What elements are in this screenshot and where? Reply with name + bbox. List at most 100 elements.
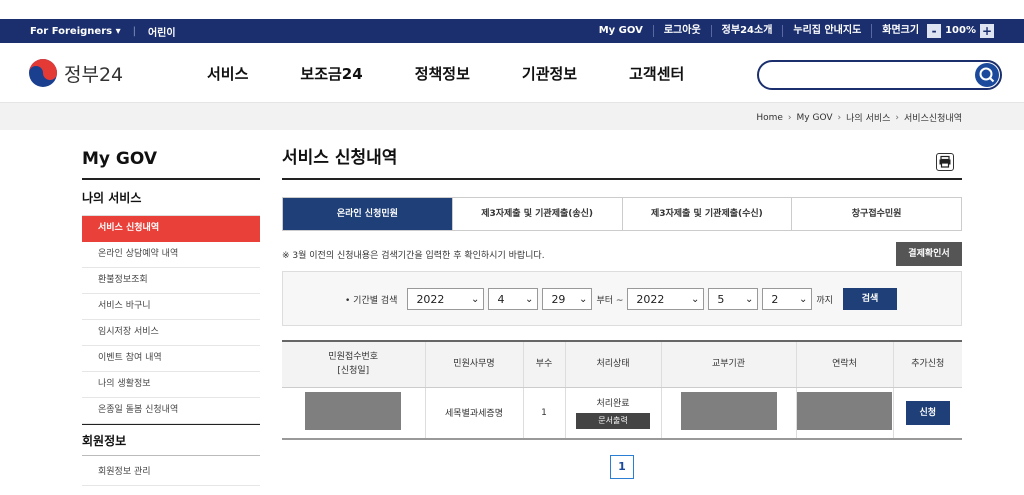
sidebar-group-my-service[interactable]: 나의 서비스 — [82, 180, 260, 216]
breadcrumb-home[interactable]: Home — [756, 113, 783, 123]
cell-additional-apply: 신청 — [892, 387, 962, 440]
to-year-select[interactable]: 2022 ⌄ — [627, 288, 705, 310]
chevron-down-icon: ⌄ — [691, 293, 700, 305]
tab-third-party-send[interactable]: 제3자제출 및 기관제출(송신) — [451, 198, 622, 230]
logo-text: 정부24 — [64, 63, 124, 86]
from-month-value: 4 — [497, 292, 505, 306]
sidebar-group-member[interactable]: 회원정보 — [82, 424, 260, 456]
from-suffix: 부터 ~ — [596, 295, 624, 306]
breadcrumb-current: 서비스신청내역 — [904, 114, 962, 124]
from-day-select[interactable]: 29 ⌄ — [542, 288, 593, 310]
breadcrumb-my-service[interactable]: 나의 서비스 — [846, 111, 890, 124]
nav-policy[interactable]: 정책정보 — [415, 63, 470, 84]
zoom-box: - 100% + — [927, 24, 994, 38]
for-foreigners-link[interactable]: For Foreigners ▾ — [30, 26, 121, 37]
site-logo[interactable]: 정부24 — [28, 58, 123, 88]
chevron-down-icon: ⌄ — [745, 293, 754, 305]
col-issuing-agency: 교부기관 — [660, 340, 796, 388]
sitemap-link[interactable]: 누리집 안내지도 — [782, 25, 871, 37]
search-box — [757, 60, 1002, 90]
sidebar: My GOV 나의 서비스 서비스 신청내역 온라인 상담예약 내역 환불정보조… — [82, 140, 260, 486]
chevron-down-icon: ⌄ — [525, 293, 534, 305]
filter-label: • 기간별 검색 — [345, 295, 398, 306]
chevron-right-icon: › — [787, 112, 792, 123]
sidebar-item-care[interactable]: 온종일 돌봄 신청내역 — [82, 398, 260, 424]
nav-service[interactable]: 서비스 — [207, 63, 248, 84]
search-input[interactable] — [771, 66, 971, 84]
col-receipt-no-label: 민원접수번호 — [328, 352, 379, 363]
tab-online[interactable]: 온라인 신청민원 — [283, 198, 452, 230]
tab-third-party-receive[interactable]: 제3자제출 및 기관제출(수신) — [621, 198, 792, 230]
printer-icon — [939, 155, 951, 168]
utility-bar: For Foreigners ▾ | 어린이 My GOV 로그아웃 정부24소… — [0, 19, 1024, 43]
sidebar-item-life-info[interactable]: 나의 생활정보 — [82, 372, 260, 398]
zoom-in-button[interactable]: + — [980, 24, 994, 38]
col-status: 처리상태 — [564, 340, 661, 388]
redacted-block — [797, 392, 892, 431]
sidebar-item-refund[interactable]: 환불정보조회 — [82, 268, 260, 294]
cell-receipt-no — [282, 387, 425, 440]
logout-link[interactable]: 로그아웃 — [652, 25, 711, 37]
to-year-value: 2022 — [636, 292, 665, 306]
page-title: 서비스 신청내역 — [282, 140, 962, 180]
payment-receipt-button[interactable]: 결제확인서 — [896, 242, 962, 266]
chevron-right-icon: › — [895, 112, 900, 123]
to-month-value: 5 — [717, 292, 725, 306]
from-year-select[interactable]: 2022 ⌄ — [407, 288, 485, 310]
to-day-select[interactable]: 2 ⌄ — [762, 288, 813, 310]
site-header: 정부24 서비스 보조금24 정책정보 기관정보 고객센터 — [0, 43, 1024, 103]
chevron-down-icon: ⌄ — [471, 293, 480, 305]
dropdown-arrow-icon: ▾ — [115, 25, 121, 37]
col-contact: 연락처 — [795, 340, 893, 388]
to-suffix: 까지 — [816, 295, 833, 306]
taegeuk-logo-icon — [29, 59, 57, 87]
nav-support[interactable]: 고객센터 — [629, 63, 684, 84]
filter-row: • 기간별 검색 2022 ⌄ 4 ⌄ 29 ⌄ 부터 ~ 2022 ⌄ 5 ⌄ 2 ⌄ 까… — [345, 288, 897, 310]
cell-issuing-agency — [660, 387, 796, 440]
notice-text: ※ 3월 이전의 신청내용은 검색기간을 입력한 후 확인하시기 바랍니다. — [282, 251, 545, 261]
from-month-select[interactable]: 4 ⌄ — [488, 288, 539, 310]
to-day-value: 2 — [771, 292, 779, 306]
col-additional-apply: 추가신청 — [892, 340, 962, 388]
kids-link[interactable]: 어린이 — [148, 24, 176, 39]
from-year-value: 2022 — [416, 292, 445, 306]
sidebar-item-service-history[interactable]: 서비스 신청내역 — [82, 216, 260, 242]
nav-agency[interactable]: 기관정보 — [522, 63, 577, 84]
print-button[interactable] — [936, 153, 954, 171]
table-header-row: 민원접수번호 [신청일] 민원사무명 부수 처리상태 교부기관 연락처 추가신청 — [282, 340, 962, 388]
tab-bar: 온라인 신청민원 제3자제출 및 기관제출(송신) 제3자제출 및 기관제출(수… — [282, 197, 962, 231]
tab-counter[interactable]: 창구접수민원 — [791, 198, 961, 230]
zoom-out-button[interactable]: - — [927, 24, 942, 38]
sidebar-item-basket[interactable]: 서비스 바구니 — [82, 294, 260, 320]
for-foreigners-label: For Foreigners — [30, 25, 113, 37]
redacted-block — [305, 392, 402, 431]
sidebar-item-events[interactable]: 이벤트 참여 내역 — [82, 346, 260, 372]
page-number-1[interactable]: 1 — [610, 455, 634, 479]
breadcrumb-band: Home › My GOV › 나의 서비스 › 서비스신청내역 — [0, 103, 1024, 130]
zoom-control: 화면크기 - 100% + — [871, 24, 1004, 38]
col-receipt-no: 민원접수번호 [신청일] — [282, 340, 425, 388]
sidebar-item-member-manage[interactable]: 회원정보 관리 — [82, 460, 260, 486]
search-submit-button[interactable]: 검색 — [842, 288, 897, 310]
chevron-right-icon: › — [837, 112, 842, 123]
about-link[interactable]: 정부24소개 — [710, 25, 783, 37]
sidebar-item-temp-saved[interactable]: 임시저장 서비스 — [82, 320, 260, 346]
print-document-button[interactable]: 문서출력 — [576, 413, 650, 430]
col-service-name: 민원사무명 — [424, 340, 523, 388]
apply-button[interactable]: 신청 — [905, 400, 950, 425]
breadcrumb-mygov[interactable]: My GOV — [797, 113, 833, 123]
col-apply-date-label: [신청일] — [337, 366, 370, 377]
sidebar-item-consult-booking[interactable]: 온라인 상담예약 내역 — [82, 242, 260, 268]
col-copies: 부수 — [522, 340, 565, 388]
mygov-link[interactable]: My GOV — [589, 25, 653, 37]
cell-contact — [795, 387, 893, 440]
table-row: 세목별과세증명 1 처리완료 문서출력 신청 — [282, 387, 962, 440]
cell-service-name: 세목별과세증명 — [424, 387, 523, 440]
to-month-select[interactable]: 5 ⌄ — [708, 288, 759, 310]
cell-status: 처리완료 문서출력 — [564, 387, 661, 440]
nav-subsidy[interactable]: 보조금24 — [300, 63, 362, 84]
search-button[interactable] — [975, 63, 999, 87]
sidebar-title: My GOV — [82, 140, 260, 180]
chevron-down-icon: ⌄ — [799, 293, 808, 305]
zoom-label: 화면크기 — [882, 25, 920, 36]
